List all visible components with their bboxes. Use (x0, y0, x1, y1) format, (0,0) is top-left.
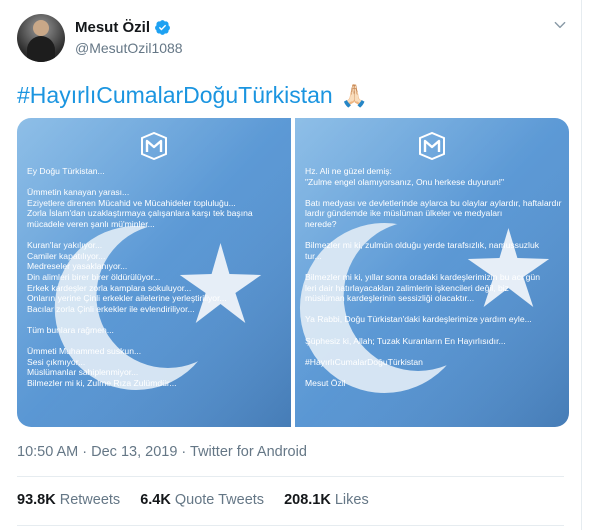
text-line (27, 336, 285, 347)
text-line: Bilmezler mi ki, yıllar sonra oradaki ka… (305, 271, 540, 282)
text-line: "Zulme engel olamıyorsanız, Onu herkese … (305, 176, 505, 187)
verified-badge-icon (155, 20, 170, 35)
avatar-head (33, 20, 49, 36)
text-line: nerede? (305, 218, 337, 229)
text-line: Zorla İslam'dan uzaklaştırmaya çalışanla… (27, 208, 253, 219)
text-line: Din alimleri birer birer öldürülüyor... (27, 271, 161, 282)
quote-tweets-label: Quote Tweets (174, 492, 265, 508)
text-line: Camiler kapatılıyor... (27, 250, 106, 261)
text-line: Şüphesiz ki, Allah; Tuzak Kuranların En … (305, 335, 506, 346)
likes-stat[interactable]: 208.1K Likes (284, 492, 369, 508)
quote-tweets-stat[interactable]: 6.4K Quote Tweets (140, 492, 264, 508)
likes-count: 208.1K (284, 492, 331, 508)
text-line: Hz. Ali ne güzel demiş: (305, 166, 392, 176)
text-line: Mesut Özil (305, 377, 346, 388)
quote-tweets-count: 6.4K (140, 492, 171, 508)
praying-hands-emoji: 🙏🏻 (340, 82, 369, 108)
text-line: Müslümanlar sahiplenmiyor... (27, 367, 139, 378)
tweet-timestamp[interactable]: 10:50 AM · Dec 13, 2019 · Twitter for An… (17, 444, 307, 460)
text-line: Onların yerine Çinli erkekler ailelerine… (27, 293, 227, 304)
timestamp-text[interactable]: 10:50 AM · Dec 13, 2019 · Twitter for An… (17, 444, 307, 460)
text-line (305, 367, 563, 378)
text-line: Ya Rabbi, Doğu Türkistan'daki kardeşleri… (305, 314, 532, 325)
engagement-stats: 93.8K Retweets 6.4K Quote Tweets 208.1K … (17, 492, 369, 508)
text-line: Bacılar zorla Çinli erkekler ile evlendi… (27, 303, 195, 314)
chevron-down-icon[interactable] (553, 18, 567, 32)
text-line: Medreseler yasaklanıyor... (27, 261, 128, 272)
hashtag-link[interactable]: #HayırlıCumalarDoğuTürkistan (17, 82, 333, 109)
media-image-2[interactable]: Hz. Ali ne güzel demiş: "Zulme engel ola… (295, 118, 569, 427)
text-line: Sesi çıkmıyor... (27, 356, 86, 367)
text-line (305, 325, 563, 336)
text-line: Erkek kardeşler zorla kamplara sokuluyor… (27, 282, 192, 293)
m-logo-icon (419, 132, 445, 160)
text-line (27, 230, 285, 241)
text-line: Ümmetin kanayan yarası... (27, 187, 130, 198)
text-line (305, 187, 563, 198)
text-line (305, 346, 563, 357)
author-handle[interactable]: @MesutOzil1088 (75, 40, 183, 56)
divider (17, 476, 564, 477)
m-logo-icon (141, 132, 167, 160)
tweet-text: #HayırlıCumalarDoğuTürkistan 🙏🏻 (17, 82, 368, 109)
author-name-row[interactable]: Mesut Özil (75, 19, 171, 36)
likes-label: Likes (334, 492, 369, 508)
text-line: Bilmezler mi ki, Zulme Rıza Zulümdür... (27, 377, 177, 388)
text-line: Kuran'lar yakılıyor... (27, 240, 103, 251)
text-line: Bilmezler mi ki, zulmün olduğu yerde tar… (305, 240, 540, 251)
text-line: müslüman kardeşlerinin sessizliği olacak… (305, 293, 475, 304)
divider (17, 525, 564, 526)
text-line (27, 177, 285, 188)
text-line: tur... (305, 250, 322, 261)
text-line (305, 304, 563, 315)
image-2-text: Hz. Ali ne güzel demiş: "Zulme engel ola… (305, 166, 563, 388)
text-line (27, 314, 285, 325)
author-name[interactable]: Mesut Özil (75, 19, 150, 36)
media-image-1[interactable]: Ey Doğu Türkistan... Ümmetin kanayan yar… (17, 118, 291, 427)
avatar-body (27, 36, 55, 62)
text-line: Tüm bunlara rağmen... (27, 324, 114, 335)
text-line: Ey Doğu Türkistan... (27, 166, 105, 176)
retweets-stat[interactable]: 93.8K Retweets (17, 492, 120, 508)
text-line: #HayırlıCumalarDoğuTürkistan (305, 356, 423, 367)
text-line: mücadele veren şanlı mü'minler... (27, 218, 155, 229)
text-line: Batı medyası ve devletlerinde aylarca bu… (305, 197, 562, 208)
text-line: lardır gündemde ike müslüman ülkeler ve … (305, 208, 503, 219)
retweets-label: Retweets (59, 492, 121, 508)
avatar[interactable] (17, 14, 65, 62)
text-line (305, 261, 563, 272)
tweet-card: Mesut Özil @MesutOzil1088 #HayırlıCumala… (0, 0, 582, 530)
retweets-count: 93.8K (17, 492, 56, 508)
text-line (305, 230, 563, 241)
image-1-text: Ey Doğu Türkistan... Ümmetin kanayan yar… (27, 166, 285, 388)
media-grid: Ey Doğu Türkistan... Ümmetin kanayan yar… (17, 118, 569, 427)
text-line: Eziyetlere direnen Mücahid ve Mücahidele… (27, 197, 236, 208)
text-line: leri dair hatırlayacakları zalimlerin iş… (305, 282, 509, 293)
text-line: Ümmeti Muhammed suskun... (27, 346, 142, 357)
